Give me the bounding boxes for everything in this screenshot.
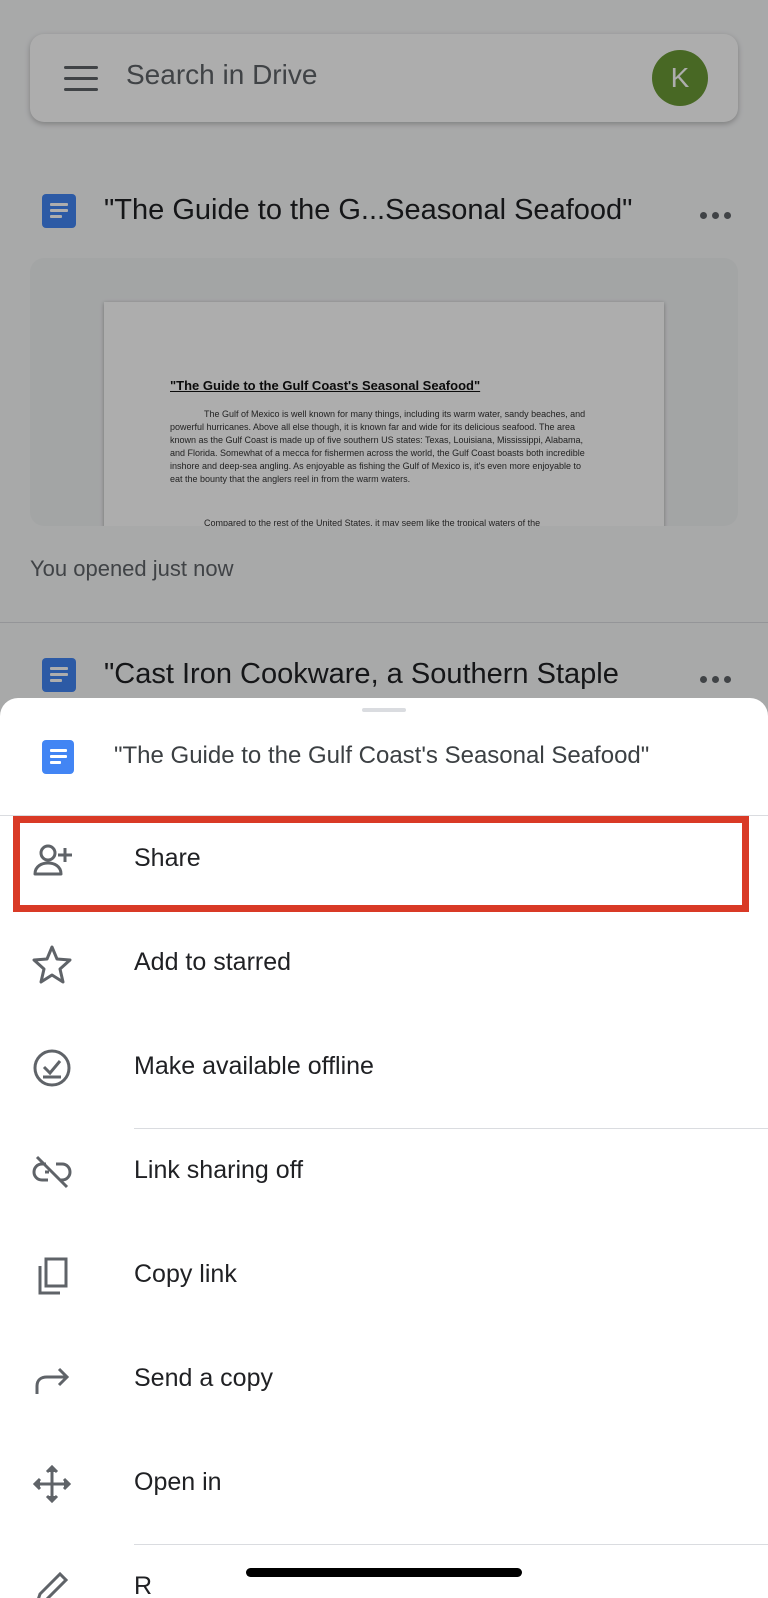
home-indicator[interactable] — [246, 1568, 522, 1577]
menu-item-label: Copy link — [134, 1260, 237, 1288]
send-arrow-icon — [35, 1367, 70, 1394]
copy-icon — [38, 1257, 68, 1295]
add-to-starred-menu-item[interactable]: Add to starred — [0, 912, 768, 1016]
menu-item-label: Open in — [134, 1468, 222, 1496]
file-actions-sheet: "The Guide to the Gulf Coast's Seasonal … — [0, 698, 768, 1598]
menu-item-label: R — [134, 1572, 153, 1598]
google-doc-icon — [42, 740, 74, 774]
move-arrows-icon — [32, 1464, 72, 1504]
pencil-icon — [37, 1571, 69, 1598]
sheet-header: "The Guide to the Gulf Coast's Seasonal … — [0, 722, 768, 786]
menu-item-label: Make available offline — [134, 1052, 374, 1080]
link-off-icon — [32, 1155, 72, 1189]
rename-menu-item[interactable]: R — [0, 1536, 768, 1598]
make-available-offline-menu-item[interactable]: Make available offline — [0, 1016, 768, 1120]
offline-check-icon — [33, 1049, 71, 1087]
copy-link-menu-item[interactable]: Copy link — [0, 1224, 768, 1328]
star-icon — [32, 945, 72, 984]
sheet-file-title: "The Guide to the Gulf Coast's Seasonal … — [114, 742, 650, 769]
menu-item-label: Send a copy — [134, 1364, 273, 1392]
share-highlight-box — [13, 816, 749, 912]
send-a-copy-menu-item[interactable]: Send a copy — [0, 1328, 768, 1432]
drag-handle[interactable] — [362, 708, 406, 712]
link-sharing-menu-item[interactable]: Link sharing off — [0, 1120, 768, 1224]
menu-item-label: Link sharing off — [134, 1156, 304, 1184]
menu-item-label: Add to starred — [134, 948, 292, 976]
open-in-menu-item[interactable]: Open in — [0, 1432, 768, 1536]
